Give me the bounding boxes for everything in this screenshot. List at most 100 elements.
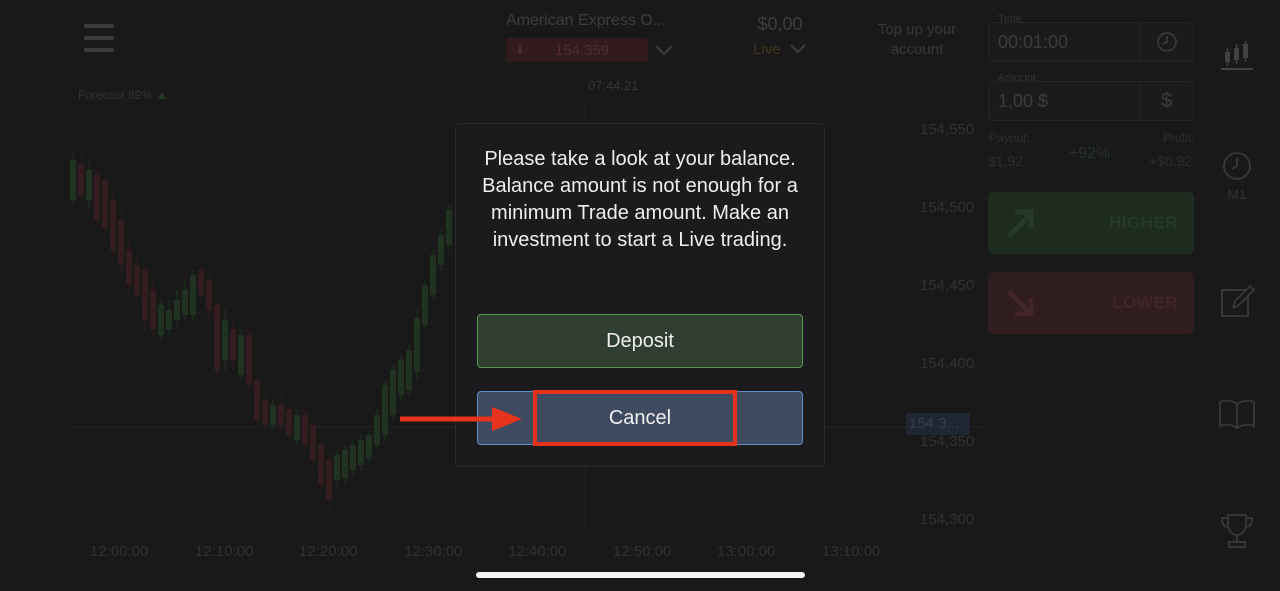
y-tick: 154,450 [920,277,975,294]
x-tick: 12:30:00 [404,543,463,560]
candle-body [190,275,196,315]
book-icon[interactable] [1212,398,1262,430]
trophy-icon[interactable] [1212,512,1262,550]
candle-body [150,290,156,330]
candle-body [158,305,164,335]
x-tick: 13:10:00 [822,543,881,560]
profit-label: Profit: [1163,131,1195,145]
lower-label: LOWER [1112,293,1178,312]
candle-body [310,425,316,460]
payout-label: Payout: [989,131,1030,145]
y-tick: 154,500 [920,199,975,216]
candle-body [182,290,188,315]
y-tick: 154,300 [920,511,975,528]
candle-body [198,270,204,295]
arrow-down-icon: ⬇ [514,43,526,57]
candle-body [222,320,228,360]
candle-body [406,350,412,390]
candle-body [302,415,308,445]
candle-body [102,180,108,228]
time-field[interactable]: 00:01:00 [988,22,1194,62]
higher-label: HIGHER [1108,213,1178,232]
y-tick: 154,550 [920,121,975,138]
candle-body [230,330,236,360]
candle-body [294,415,300,440]
current-price-label: 154.3... [909,415,960,432]
forecast-text: Forecast 89% [78,88,153,102]
arrow-right-icon [400,407,522,431]
candle-body [374,415,380,445]
timeframe-label: M1 [1227,186,1247,202]
candle-body [326,460,332,500]
account-mode[interactable]: Live [725,41,835,58]
candle-body [110,200,116,250]
candle-body [86,170,92,200]
right-sidebar: M1 [1212,0,1262,591]
candle-body [214,305,220,370]
candle-body [422,285,428,325]
time-value: 00:01:00 [998,31,1069,52]
candle-body [270,405,276,425]
candle-body [238,335,244,375]
current-price-tag: 154.3... [906,413,970,435]
chevron-down-icon[interactable] [654,44,674,56]
candle-body [174,300,180,320]
asset-price-badge: ⬇ 154.359 [506,38,648,62]
amount-value: 1,00 $ [998,90,1049,111]
higher-button[interactable]: HIGHER [988,192,1194,254]
candle-body [438,235,444,265]
dialog-message: Please take a look at your balance. Bala… [482,148,798,251]
account-mode-label: Live [753,41,781,58]
chevron-down-icon [790,44,806,54]
candle-body [78,165,84,195]
candle-body [246,335,252,385]
server-time: 07:44:21 [588,78,639,93]
candle-body [118,220,124,265]
clock-icon[interactable] [1139,23,1193,61]
candlestick-icon[interactable] [1212,40,1262,70]
candle-body [70,160,76,200]
candle-body [414,318,420,372]
candle-body [286,410,292,435]
menu-icon[interactable] [84,24,114,52]
dollar-icon[interactable]: $ [1139,82,1193,120]
candle-body [166,310,172,330]
home-indicator[interactable] [476,572,805,578]
candle-body [366,435,372,458]
arrow-up-icon: ▲ [156,88,168,102]
asset-name: American Express O... [506,12,667,29]
y-tick: 154,350 [920,433,975,450]
lower-button[interactable]: LOWER [988,272,1194,334]
payout-value: $1,92 [988,153,1024,169]
asset-price: 154.359 [554,41,610,59]
candle-body [278,405,284,425]
amount-field[interactable]: 1,00 $ $ [988,81,1194,121]
x-tick: 12:40:00 [508,543,567,560]
candle-body [446,210,452,245]
forecast-indicator: Forecast 89% ▲ [78,88,168,102]
candle-body [342,450,348,478]
trading-app: Forecast 89% ▲ 154,550 154,500 154,450 15… [0,0,1280,591]
arrow-down-right-icon [988,286,1052,320]
candle-body [358,440,364,465]
x-tick: 12:10:00 [195,543,254,560]
cancel-button[interactable]: Cancel [477,391,803,445]
asset-selector[interactable]: American Express O... ⬇ 154.359 [506,12,684,62]
candle-body [134,265,140,295]
candle-body [390,370,396,415]
deposit-button[interactable]: Deposit [477,314,803,368]
edit-icon[interactable] [1212,284,1262,320]
top-up-button[interactable]: Top up your account [862,20,972,60]
account-balance[interactable]: $0,00 Live [725,14,835,58]
balance-amount: $0,00 [757,14,803,34]
profit-value: +$0,92 [1149,153,1193,169]
x-tick: 12:50:00 [613,543,672,560]
x-tick: 12:20:00 [299,543,358,560]
candle-body [318,445,324,485]
candle-body [382,385,388,435]
candle-body [262,400,268,425]
candle-body [350,445,356,470]
candle-body [334,455,340,480]
timeframe-button[interactable]: M1 [1212,150,1262,202]
arrow-up-right-icon [988,206,1052,240]
